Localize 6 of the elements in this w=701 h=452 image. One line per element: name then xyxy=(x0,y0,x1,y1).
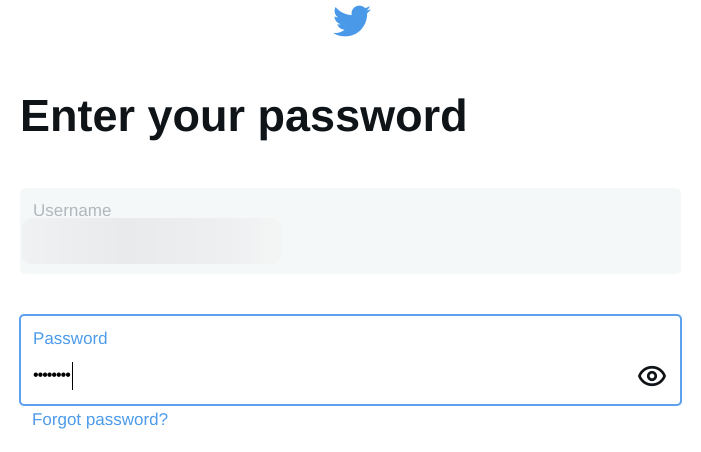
page-heading: Enter your password xyxy=(20,89,469,143)
text-cursor xyxy=(72,362,73,390)
field-label: Username xyxy=(33,200,112,222)
field-label: Password xyxy=(33,328,108,350)
password-field[interactable]: Password •••••••• xyxy=(19,314,682,406)
password-value: •••••••• xyxy=(33,366,70,386)
